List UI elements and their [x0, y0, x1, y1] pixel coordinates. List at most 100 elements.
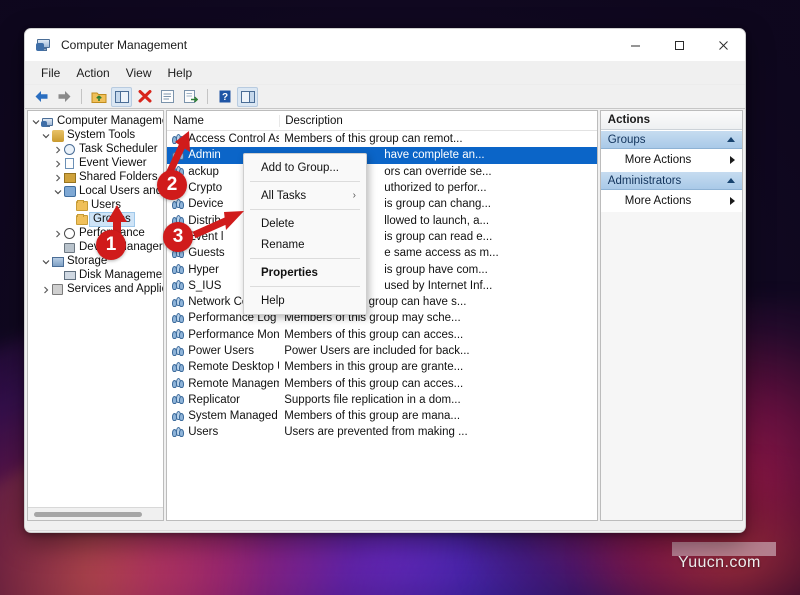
list-item[interactable]: Replicator Supports file replication in …: [167, 392, 597, 408]
up-folder-icon[interactable]: [88, 87, 109, 107]
tree-node-storage[interactable]: Storage: [28, 255, 163, 269]
chevron-down-icon[interactable]: [52, 188, 63, 196]
chevron-right-icon[interactable]: [730, 156, 735, 164]
svg-text:?: ?: [221, 92, 227, 103]
tree-node-local-users-and-groups[interactable]: Local Users and Groups: [28, 185, 163, 199]
chevron-right-icon[interactable]: [52, 174, 63, 182]
actions-group-header-groups[interactable]: Groups: [601, 130, 742, 149]
tree-label: Groups: [89, 212, 135, 227]
actions-group-header-administrators[interactable]: Administrators: [601, 171, 742, 190]
tree-node-users[interactable]: Users: [28, 199, 163, 213]
list-item[interactable]: Admin have complete an...: [167, 147, 597, 163]
context-menu-item-help[interactable]: Help: [244, 290, 366, 311]
menu-view[interactable]: View: [118, 64, 160, 82]
list-item-name: Remote Management...: [188, 378, 279, 390]
list-item-name-cell: Replicator: [167, 394, 279, 406]
close-icon[interactable]: [701, 29, 745, 61]
export-list-icon[interactable]: [180, 87, 201, 107]
scrollbar-thumb[interactable]: [34, 512, 142, 517]
context-menu-item-delete[interactable]: Delete: [244, 213, 366, 234]
context-menu-item-rename[interactable]: Rename: [244, 234, 366, 255]
context-menu-item-label: Properties: [261, 267, 318, 279]
actions-item-more-actions[interactable]: More Actions: [601, 190, 742, 212]
tree-node-task-scheduler[interactable]: Task Scheduler: [28, 143, 163, 157]
context-menu-item-add-to-group[interactable]: Add to Group...: [244, 157, 366, 178]
list-item-name-cell: System Managed Acc...: [167, 410, 279, 422]
list-item[interactable]: S_IUS used by Internet Inf...: [167, 278, 597, 294]
forward-icon[interactable]: [54, 87, 75, 107]
back-icon[interactable]: [31, 87, 52, 107]
column-header-description[interactable]: Description: [279, 115, 597, 127]
group-icon: [172, 264, 184, 275]
menu-file[interactable]: File: [33, 64, 68, 82]
tree-horizontal-scrollbar[interactable]: [28, 507, 163, 520]
chevron-down-icon[interactable]: [40, 132, 51, 140]
chevron-down-icon[interactable]: [30, 118, 41, 126]
tree-label: Local Users and Groups: [79, 185, 164, 198]
title-bar: Computer Management: [25, 29, 745, 61]
list-item-name: Guests: [188, 247, 224, 259]
tree-node-shared-folders[interactable]: Shared Folders: [28, 171, 163, 185]
list-item[interactable]: Distrib llowed to launch, a...: [167, 212, 597, 228]
delete-icon[interactable]: [134, 87, 155, 107]
chevron-down-icon[interactable]: [40, 258, 51, 266]
show-action-pane-icon[interactable]: [237, 87, 258, 107]
list-column-headers: Name Description: [167, 111, 597, 131]
list-item-description: Users are prevented from making ...: [279, 426, 597, 438]
group-icon: [172, 362, 184, 373]
properties-icon[interactable]: [157, 87, 178, 107]
tree-node-disk-management[interactable]: Disk Management: [28, 269, 163, 283]
chevron-up-icon[interactable]: [727, 137, 735, 142]
tree-node-performance[interactable]: Performance: [28, 227, 163, 241]
chevron-right-icon[interactable]: [730, 197, 735, 205]
list-item-name-cell: Power Users: [167, 345, 279, 357]
annotation-badge-3: 3: [163, 222, 193, 252]
watermark: Yuucn.com: [678, 554, 761, 572]
console-tree-pane: Computer Management (Local System Tools: [27, 110, 164, 521]
minimize-icon[interactable]: [613, 29, 657, 61]
list-item[interactable]: Remote Management... Members of this gro…: [167, 375, 597, 391]
list-item[interactable]: Event l is group can read e...: [167, 229, 597, 245]
list-item[interactable]: Power Users Power Users are included for…: [167, 343, 597, 359]
tree-node-system-tools[interactable]: System Tools: [28, 129, 163, 143]
list-item-name: S_IUS: [188, 280, 221, 292]
menu-action[interactable]: Action: [68, 64, 117, 82]
menu-help[interactable]: Help: [160, 64, 201, 82]
maximize-icon[interactable]: [657, 29, 701, 61]
chevron-right-icon[interactable]: [40, 286, 51, 294]
list-item-name: Replicator: [188, 394, 240, 406]
list-item[interactable]: Remote Desktop Users Members in this gro…: [167, 359, 597, 375]
show-hide-tree-icon[interactable]: [111, 87, 132, 107]
tree-node-groups[interactable]: Groups: [28, 213, 163, 227]
help-icon[interactable]: ?: [214, 87, 235, 107]
list-item[interactable]: Crypto uthorized to perfor...: [167, 180, 597, 196]
tree-label: Task Scheduler: [79, 143, 158, 156]
chevron-up-icon[interactable]: [727, 178, 735, 183]
chevron-right-icon[interactable]: [52, 160, 63, 168]
context-menu-item-properties[interactable]: Properties: [244, 262, 366, 283]
actions-item-more-actions[interactable]: More Actions: [601, 149, 742, 171]
list-item[interactable]: Network Configuratio... Members in this …: [167, 294, 597, 310]
list-item[interactable]: Users Users are prevented from making ..…: [167, 424, 597, 440]
context-menu-item-all-tasks[interactable]: All Tasks ›: [244, 185, 366, 206]
tree-node-services-and-applications[interactable]: Services and Applications: [28, 283, 163, 297]
list-item[interactable]: Guests e same access as m...: [167, 245, 597, 261]
group-icon: [172, 280, 184, 291]
actions-item-label: More Actions: [625, 154, 691, 166]
list-item[interactable]: Performance Log Users Members of this gr…: [167, 310, 597, 326]
list-item[interactable]: ackup ors can override se...: [167, 164, 597, 180]
list-item[interactable]: System Managed Acc... Members of this gr…: [167, 408, 597, 424]
chevron-right-icon[interactable]: [52, 230, 63, 238]
list-item[interactable]: Access Control Assist... Members of this…: [167, 131, 597, 147]
list-item[interactable]: Hyper is group have com...: [167, 261, 597, 277]
list-item[interactable]: Device is group can chang...: [167, 196, 597, 212]
device-manager-icon: [63, 243, 76, 253]
list-item[interactable]: Performance Monitor ... Members of this …: [167, 327, 597, 343]
list-item-description: Members of this group can remot...: [279, 133, 597, 145]
column-header-name[interactable]: Name: [167, 115, 279, 127]
tree-node-root[interactable]: Computer Management (Local: [28, 115, 163, 129]
actions-pane: Actions Groups More Actions Administrato…: [600, 110, 743, 521]
clock-icon: [63, 144, 76, 155]
chevron-right-icon[interactable]: [52, 146, 63, 154]
tree-node-event-viewer[interactable]: Event Viewer: [28, 157, 163, 171]
